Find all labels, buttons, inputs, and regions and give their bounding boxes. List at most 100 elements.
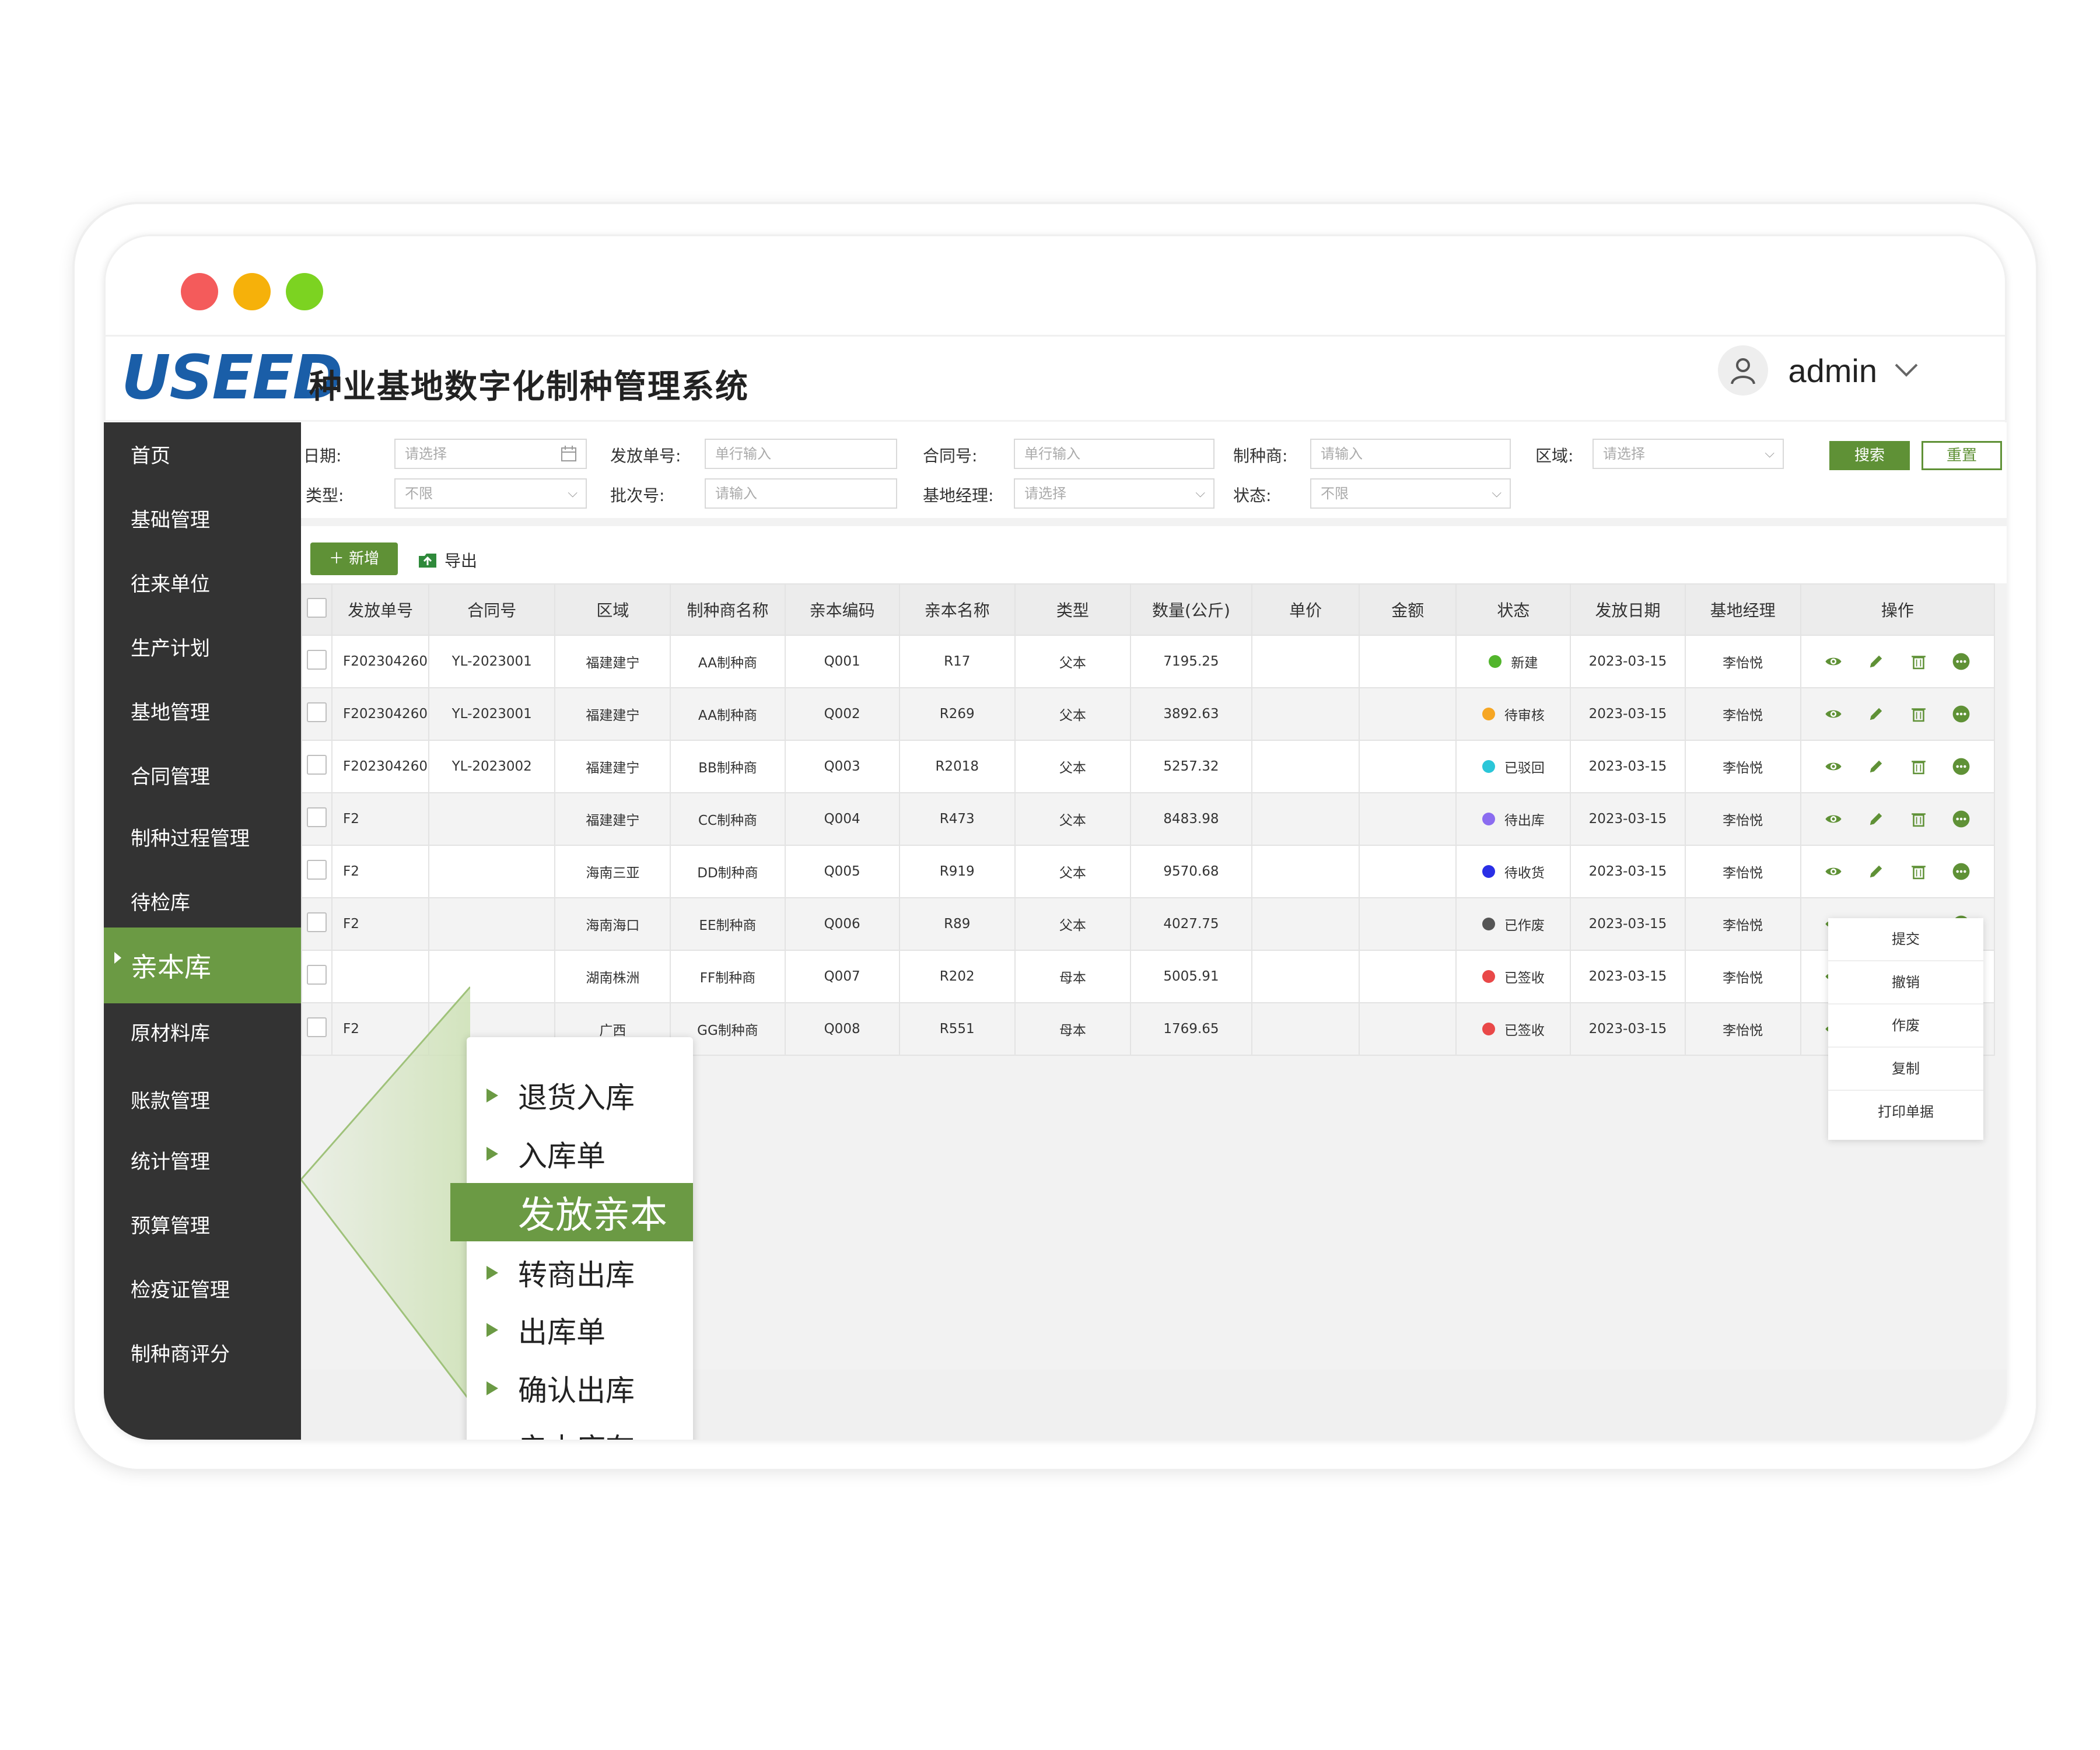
sidebar-item-8[interactable]: 亲本库: [104, 928, 301, 1003]
edit-icon[interactable]: [1864, 860, 1888, 883]
region-placeholder: 请选择: [1603, 446, 1645, 462]
row-checkbox[interactable]: [307, 702, 327, 722]
reset-button[interactable]: 重置: [1922, 441, 2002, 470]
table-row[interactable]: F2 福建建宁 CC制种商 Q004 R473 父本 8483.98 待出库 2023-03-1…: [300, 792, 1996, 846]
maximize-window-dot[interactable]: [286, 273, 323, 310]
sidebar-item-9[interactable]: 原材料库: [104, 1000, 301, 1063]
submenu-item-3[interactable]: 转商出库: [467, 1244, 693, 1302]
submenu-item-1[interactable]: 入库单: [467, 1125, 693, 1183]
view-icon[interactable]: [1822, 807, 1845, 831]
sidebar-item-5[interactable]: 合同管理: [104, 743, 301, 806]
issue-no-input[interactable]: 单行输入: [705, 439, 897, 469]
view-icon[interactable]: [1822, 860, 1845, 883]
row-checkbox[interactable]: [307, 650, 327, 670]
cell-producer: AA制种商: [670, 635, 786, 688]
status-dot: [1489, 655, 1502, 668]
sidebar-item-3[interactable]: 生产计划: [104, 615, 301, 678]
minimize-window-dot[interactable]: [233, 273, 271, 310]
delete-icon[interactable]: [1907, 860, 1930, 883]
submenu-item-4[interactable]: 出库单: [467, 1301, 693, 1359]
sidebar-item-2[interactable]: 往来单位: [104, 551, 301, 614]
add-button-label: 新增: [349, 550, 380, 568]
contract-input[interactable]: 单行输入: [1014, 439, 1214, 469]
manager-select[interactable]: 请选择 ⌵: [1014, 478, 1214, 509]
view-icon[interactable]: [1822, 755, 1845, 778]
more-menu-item-1[interactable]: 撤销: [1828, 961, 1983, 1005]
row-checkbox[interactable]: [307, 965, 327, 985]
sidebar-item-4[interactable]: 基地管理: [104, 679, 301, 742]
producer-input[interactable]: 请输入: [1310, 439, 1511, 469]
export-button-label: 导出: [444, 551, 478, 570]
sidebar-item-13[interactable]: 检疫证管理: [104, 1256, 301, 1320]
sidebar-item-label: 制种商评分: [131, 1342, 230, 1366]
export-button[interactable]: 导出: [418, 548, 477, 572]
cell-type: 父本: [1014, 635, 1131, 688]
row-checkbox[interactable]: [307, 912, 327, 932]
chevron-down-icon[interactable]: [1894, 362, 1919, 379]
table-row[interactable]: F20230426001YL-2023002福建建宁BB制种商Q003R2018…: [300, 740, 1996, 793]
user-menu[interactable]: admin: [1718, 345, 1919, 396]
sidebar-item-6[interactable]: 制种过程管理: [104, 805, 301, 868]
cell-name: R473: [898, 792, 1016, 846]
submenu-item-2[interactable]: 发放亲本: [450, 1183, 693, 1241]
date-picker[interactable]: 请选择: [394, 439, 587, 469]
sidebar-item-10[interactable]: 账款管理: [104, 1068, 301, 1130]
search-button[interactable]: 搜索: [1829, 441, 1910, 470]
row-checkbox[interactable]: [307, 860, 327, 880]
more-menu-item-0[interactable]: 提交: [1828, 918, 1983, 961]
cell-price: [1251, 897, 1360, 951]
batch-input[interactable]: 请输入: [705, 478, 897, 509]
cell-no: [331, 950, 430, 1003]
cell-type: 父本: [1014, 792, 1131, 846]
table-row[interactable]: F20230426003YL-2023001福建建宁AA制种商Q001R17父本…: [300, 635, 1996, 688]
delete-icon[interactable]: [1907, 650, 1930, 673]
add-button[interactable]: ＋ 新增: [310, 542, 398, 575]
type-select[interactable]: 不限 ⌵: [394, 478, 587, 509]
delete-icon[interactable]: [1907, 807, 1930, 831]
submenu-item-0[interactable]: 退货入库: [467, 1066, 693, 1125]
submenu-item-6[interactable]: 亲本库存: [467, 1418, 693, 1440]
delete-icon[interactable]: [1907, 755, 1930, 778]
sidebar-item-7[interactable]: 待检库: [104, 869, 301, 932]
table-row[interactable]: F20230426002YL-2023001福建建宁AA制种商Q002R269父…: [300, 687, 1996, 741]
more-icon[interactable]: [1950, 807, 1973, 831]
sidebar-item-12[interactable]: 预算管理: [104, 1192, 301, 1255]
table-row[interactable]: F2 海南三亚 DD制种商 Q005 R919 父本 9570.68 待收货 2023-03-1…: [300, 845, 1996, 898]
view-icon[interactable]: [1822, 650, 1845, 673]
row-checkbox[interactable]: [307, 807, 327, 827]
more-actions-menu: 提交 撤销 作废 复制 打印单据: [1828, 918, 1983, 1140]
table-row[interactable]: F2 海南海口 EE制种商 Q006 R89 父本 4027.75 已作废 2023-03-15…: [300, 897, 1996, 951]
more-icon[interactable]: [1950, 860, 1973, 883]
table-row[interactable]: 湖南株洲 FF制种商 Q007 R202 母本 5005.91 已签收 2023-03-15 李…: [300, 950, 1996, 1003]
edit-icon[interactable]: [1864, 755, 1888, 778]
more-menu-item-3[interactable]: 复制: [1828, 1048, 1983, 1091]
status-select[interactable]: 不限 ⌵: [1310, 478, 1511, 509]
sidebar-item-label: 首页: [131, 444, 170, 468]
close-window-dot[interactable]: [181, 273, 218, 310]
edit-icon[interactable]: [1864, 702, 1888, 726]
region-select[interactable]: 请选择 ⌵: [1592, 439, 1784, 469]
view-icon[interactable]: [1822, 702, 1845, 726]
more-icon[interactable]: [1950, 650, 1973, 673]
sidebar-item-1[interactable]: 基础管理: [104, 487, 301, 550]
sidebar-item-11[interactable]: 统计管理: [104, 1128, 301, 1191]
edit-icon[interactable]: [1864, 807, 1888, 831]
more-menu-item-2[interactable]: 作废: [1828, 1005, 1983, 1048]
submenu-item-label: 入库单: [518, 1139, 606, 1173]
column-header: 区域: [554, 583, 671, 636]
user-avatar-icon[interactable]: [1718, 345, 1769, 396]
row-checkbox[interactable]: [307, 755, 327, 775]
sidebar-item-14[interactable]: 制种商评分: [104, 1321, 301, 1384]
cell-manager: 李怡悦: [1684, 1002, 1801, 1056]
sidebar-item-0[interactable]: 首页: [104, 422, 301, 485]
row-checkbox[interactable]: [307, 1017, 327, 1037]
edit-icon[interactable]: [1864, 650, 1888, 673]
submenu-item-5[interactable]: 确认出库: [467, 1359, 693, 1418]
delete-icon[interactable]: [1907, 702, 1930, 726]
username[interactable]: admin: [1788, 352, 1877, 390]
select-all-checkbox[interactable]: [307, 597, 327, 618]
more-icon[interactable]: [1950, 755, 1973, 778]
more-icon[interactable]: [1950, 702, 1973, 726]
more-menu-item-4[interactable]: 打印单据: [1828, 1091, 1983, 1133]
cell-type: 父本: [1014, 740, 1131, 793]
